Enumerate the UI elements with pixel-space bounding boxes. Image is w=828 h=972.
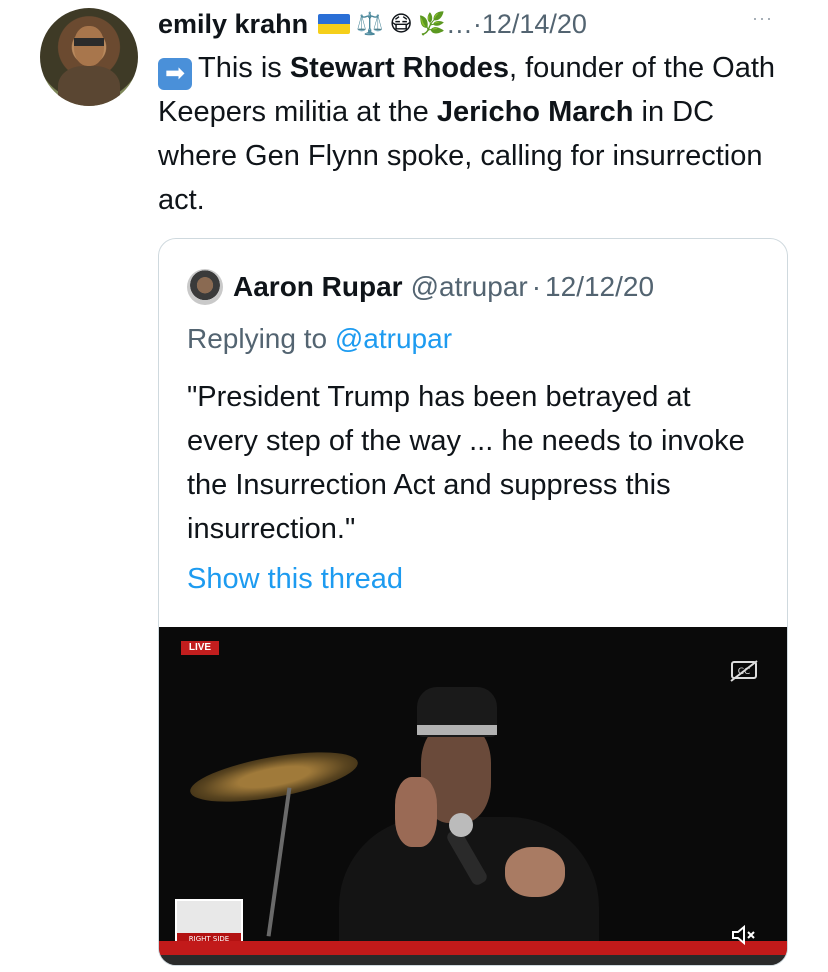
tweet-date[interactable]: 12/14/20 (482, 9, 587, 40)
avatar-facepaint-shape (74, 38, 104, 46)
author-name[interactable]: emily krahn (158, 9, 308, 40)
tweet-header: emily krahn ⚖️ 😷 🌿 … · 12/14/20 (158, 6, 587, 42)
mask-emoji: 😷 (389, 11, 413, 36)
speaker-hand-shape (395, 777, 437, 847)
muted-volume-icon[interactable] (729, 923, 759, 947)
avatar-body-shape (58, 66, 120, 106)
date-separator: · (472, 8, 482, 39)
name-ellipsis: … (445, 8, 473, 39)
herb-emoji: 🌿 (418, 11, 446, 36)
quoted-author-name: Aaron Rupar (233, 271, 403, 302)
microphone-head-shape (449, 813, 473, 837)
live-badge: LIVE (181, 641, 219, 655)
quoted-date: 12/12/20 (545, 271, 655, 302)
tweet-text: ➡ This is Stewart Rhodes, founder of the … (158, 46, 778, 222)
cymbal-shape (186, 742, 362, 812)
cymbal-stand-shape (266, 787, 292, 937)
show-thread-link[interactable]: Show this thread (187, 563, 403, 596)
speaker-hand-shape (505, 847, 565, 897)
tweet-text-bold: Stewart Rhodes (289, 52, 510, 84)
captions-icon[interactable]: CC (729, 659, 759, 683)
quoted-tweet-card[interactable]: Aaron Rupar @atrupar · 12/12/20 Replying… (158, 238, 788, 966)
avatar-face-shape (74, 26, 104, 66)
ukraine-flag-icon (318, 14, 351, 34)
author-avatar[interactable] (40, 8, 138, 106)
quoted-header: Aaron Rupar @atrupar · 12/12/20 (187, 267, 654, 307)
quoted-text: "President Trump has been betrayed at ev… (187, 381, 745, 545)
quoted-avatar (187, 269, 223, 305)
replying-prefix: Replying to (187, 323, 335, 354)
more-options-icon[interactable]: ··· (752, 8, 773, 29)
quoted-date-separator: · (531, 271, 542, 302)
news-ticker-lower-bar (159, 955, 787, 965)
news-ticker-bar (159, 941, 787, 955)
replying-handle-link[interactable]: @atrupar (335, 323, 452, 354)
replying-to: Replying to @atrupar (187, 323, 452, 355)
channel-logo: RIGHT SIDE (175, 899, 243, 947)
scales-emoji: ⚖️ (356, 11, 384, 36)
hat-band-shape (417, 725, 497, 735)
right-arrow-icon: ➡ (158, 58, 192, 90)
video-player[interactable]: LIVE CC RIGHT SIDE (159, 627, 787, 965)
tweet-text-bold: Jericho March (436, 96, 634, 128)
quoted-handle: @atrupar (410, 271, 528, 302)
tweet-text-part: This is (198, 52, 290, 84)
